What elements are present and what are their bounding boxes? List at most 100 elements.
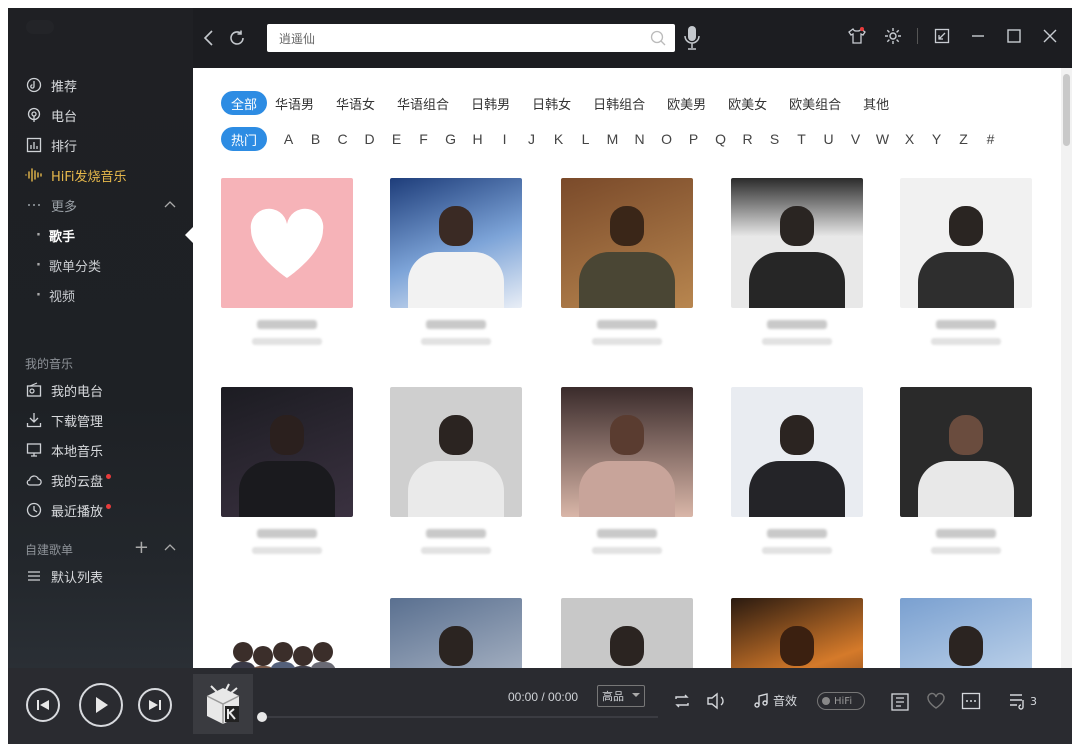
singer-avatar[interactable] bbox=[731, 387, 863, 517]
singer-avatar[interactable] bbox=[561, 387, 693, 517]
singer-avatar[interactable] bbox=[731, 598, 863, 668]
singer-name-blurred[interactable] bbox=[767, 529, 827, 538]
filter-letter[interactable]: S bbox=[761, 131, 788, 147]
singer-name-blurred[interactable] bbox=[597, 529, 657, 538]
filter-letter[interactable]: A bbox=[275, 131, 302, 147]
close-icon[interactable] bbox=[1038, 24, 1062, 48]
singer-avatar[interactable] bbox=[561, 178, 693, 308]
singer-card[interactable] bbox=[900, 598, 1032, 668]
sidebar-item-radio[interactable]: 电台 bbox=[8, 100, 193, 130]
sidebar-item-default-list[interactable]: 默认列表 bbox=[8, 561, 193, 591]
singer-card[interactable] bbox=[390, 598, 522, 668]
filter-letter[interactable]: L bbox=[572, 131, 599, 147]
singer-card[interactable] bbox=[561, 178, 693, 345]
singer-card[interactable] bbox=[561, 387, 693, 554]
singer-card[interactable] bbox=[221, 178, 353, 345]
singer-avatar[interactable] bbox=[221, 387, 353, 517]
filter-letter[interactable]: M bbox=[599, 131, 626, 147]
sidebar-sub-video[interactable]: 视频 bbox=[8, 280, 193, 310]
filter-category[interactable]: 日韩组合 bbox=[593, 94, 645, 113]
filter-letter[interactable]: C bbox=[329, 131, 356, 147]
filter-letter[interactable]: T bbox=[788, 131, 815, 147]
repeat-mode-button[interactable] bbox=[673, 692, 691, 710]
filter-category[interactable]: 日韩女 bbox=[532, 94, 571, 113]
filter-letter[interactable]: P bbox=[680, 131, 707, 147]
filter-letter[interactable]: V bbox=[842, 131, 869, 147]
singer-card[interactable] bbox=[221, 387, 353, 554]
filter-letter[interactable]: N bbox=[626, 131, 653, 147]
sidebar-item-local-music[interactable]: 本地音乐 bbox=[8, 435, 193, 465]
chevron-up-icon[interactable] bbox=[163, 541, 177, 558]
progress-handle[interactable] bbox=[257, 712, 267, 722]
progress-track[interactable] bbox=[258, 716, 658, 718]
previous-button[interactable] bbox=[26, 688, 60, 722]
singer-card[interactable] bbox=[390, 387, 522, 554]
sidebar-item-charts[interactable]: 排行 bbox=[8, 130, 193, 160]
singer-name-blurred[interactable] bbox=[767, 320, 827, 329]
singer-name-blurred[interactable] bbox=[936, 320, 996, 329]
filter-letter[interactable]: R bbox=[734, 131, 761, 147]
favorite-button[interactable] bbox=[926, 692, 946, 710]
singer-name-blurred[interactable] bbox=[426, 320, 486, 329]
sidebar-item-downloads[interactable]: 下载管理 bbox=[8, 405, 193, 435]
singer-card[interactable] bbox=[731, 178, 863, 345]
next-button[interactable] bbox=[138, 688, 172, 722]
sidebar-item-hifi[interactable]: HiFi发烧音乐 bbox=[8, 160, 193, 190]
filter-pill-active[interactable]: 全部 bbox=[221, 91, 268, 115]
filter-letter[interactable]: O bbox=[653, 131, 680, 147]
filter-category[interactable]: 欧美男 bbox=[667, 94, 706, 113]
filter-letter[interactable]: J bbox=[518, 131, 545, 147]
filter-category[interactable]: 其他 bbox=[863, 94, 889, 113]
sidebar-sub-singers[interactable]: 歌手 bbox=[8, 220, 193, 250]
filter-category[interactable]: 欧美女 bbox=[728, 94, 767, 113]
singer-avatar[interactable] bbox=[561, 598, 693, 668]
singer-avatar[interactable] bbox=[900, 387, 1032, 517]
minimize-icon[interactable] bbox=[966, 24, 990, 48]
filter-category[interactable]: 华语女 bbox=[336, 94, 375, 113]
singer-avatar[interactable] bbox=[221, 598, 353, 668]
singer-name-blurred[interactable] bbox=[426, 529, 486, 538]
filter-letter[interactable]: X bbox=[896, 131, 923, 147]
refresh-button[interactable] bbox=[223, 24, 251, 52]
singer-avatar[interactable] bbox=[390, 598, 522, 668]
playlist-queue-button[interactable]: 3 bbox=[1008, 692, 1037, 710]
singer-card[interactable] bbox=[561, 598, 693, 668]
filter-letter[interactable]: # bbox=[977, 131, 1004, 147]
mini-mode-icon[interactable] bbox=[930, 24, 954, 48]
singer-name-blurred[interactable] bbox=[936, 529, 996, 538]
singer-card[interactable] bbox=[221, 598, 353, 668]
filter-letter[interactable]: W bbox=[869, 131, 896, 147]
search-icon[interactable] bbox=[649, 29, 667, 47]
filter-category[interactable]: 欧美组合 bbox=[789, 94, 841, 113]
sidebar-sub-playlist-category[interactable]: 歌单分类 bbox=[8, 250, 193, 280]
sidebar-item-my-radio[interactable]: 我的电台 bbox=[8, 375, 193, 405]
singer-name-blurred[interactable] bbox=[257, 320, 317, 329]
filter-category[interactable]: 华语组合 bbox=[397, 94, 449, 113]
singer-avatar[interactable] bbox=[900, 178, 1032, 308]
add-playlist-button[interactable]: + bbox=[134, 538, 149, 558]
singer-avatar[interactable] bbox=[731, 178, 863, 308]
search-input[interactable] bbox=[267, 24, 637, 52]
singer-card[interactable] bbox=[731, 598, 863, 668]
singer-avatar[interactable] bbox=[390, 178, 522, 308]
filter-category[interactable]: 日韩男 bbox=[471, 94, 510, 113]
play-button[interactable] bbox=[79, 683, 123, 727]
singer-card[interactable] bbox=[731, 387, 863, 554]
content-scrollbar[interactable] bbox=[1061, 68, 1072, 668]
sidebar-item-more[interactable]: 更多 bbox=[8, 190, 193, 220]
filter-letter[interactable]: Q bbox=[707, 131, 734, 147]
sidebar-item-cloud[interactable]: 我的云盘 bbox=[8, 465, 193, 495]
lyrics-button[interactable] bbox=[890, 692, 910, 712]
volume-button[interactable] bbox=[706, 692, 728, 710]
filter-letter[interactable]: D bbox=[356, 131, 383, 147]
filter-letter[interactable]: G bbox=[437, 131, 464, 147]
filter-category[interactable]: 华语男 bbox=[275, 94, 314, 113]
singer-card[interactable] bbox=[390, 178, 522, 345]
skin-shirt-icon[interactable] bbox=[845, 24, 869, 48]
singer-avatar[interactable] bbox=[390, 387, 522, 517]
quality-select[interactable]: 高品 bbox=[597, 685, 645, 707]
filter-pill-active[interactable]: 热门 bbox=[221, 127, 268, 151]
sidebar-item-recommend[interactable]: 推荐 bbox=[8, 70, 193, 100]
chevron-up-icon[interactable] bbox=[163, 198, 177, 216]
filter-letter[interactable]: Z bbox=[950, 131, 977, 147]
